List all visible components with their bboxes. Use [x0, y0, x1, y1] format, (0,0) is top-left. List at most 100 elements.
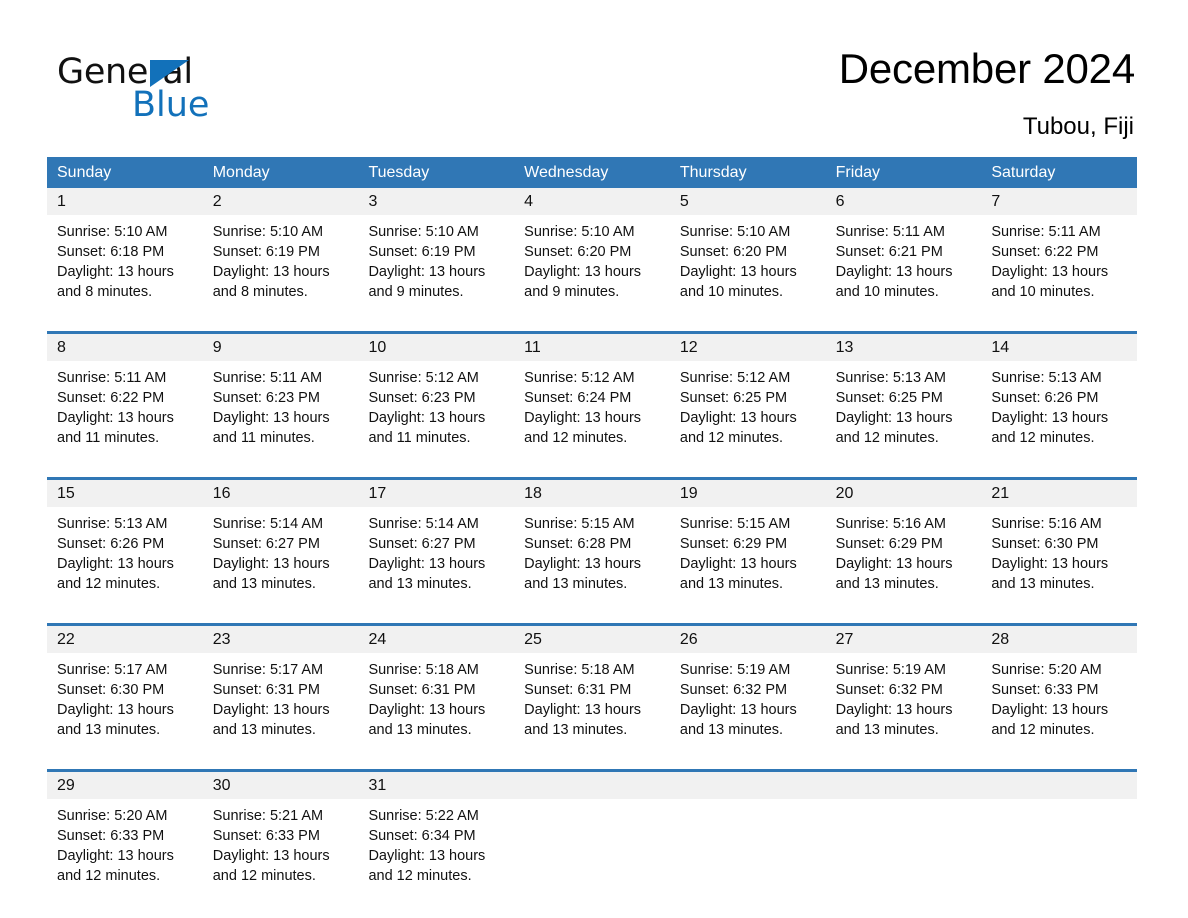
daylight-duration-line1: Daylight: 13 hours — [57, 556, 174, 572]
day-number: 3 — [358, 188, 515, 215]
calendar-day-cell[interactable]: 31 Sunrise: 5:22 AM Sunset: 6:34 PM Dayligh… — [358, 772, 515, 903]
daylight-duration-line1: Daylight: 13 hours — [835, 556, 953, 572]
daylight-duration-line1: Daylight: 13 hours — [991, 702, 1109, 718]
calendar-day-cell[interactable]: 26 Sunrise: 5:19 AM Sunset: 6:32 PM Dayligh… — [669, 626, 826, 757]
sunset-time: Sunset: 6:26 PM — [57, 536, 165, 552]
day-sun-info: Sunrise: 5:17 AM Sunset: 6:30 PM Daylight:… — [47, 653, 203, 757]
calendar-day-cell[interactable]: 1 Sunrise: 5:10 AM Sunset: 6:18 PM Daylight… — [47, 188, 203, 319]
daylight-duration-line1: Daylight: 13 hours — [57, 702, 174, 718]
sunrise-time: Sunrise: 5:19 AM — [835, 662, 947, 678]
calendar-day-cell[interactable]: 16 Sunrise: 5:14 AM Sunset: 6:27 PM Dayligh… — [202, 480, 359, 611]
sunrise-time: Sunrise: 5:10 AM — [212, 224, 324, 240]
daylight-duration-line2: and 13 minutes. — [368, 576, 472, 592]
daylight-duration-line1: Daylight: 13 hours — [991, 410, 1109, 426]
calendar-day-cell[interactable]: 29 Sunrise: 5:20 AM Sunset: 6:33 PM Dayligh… — [47, 772, 203, 903]
daylight-duration-line2: and 10 minutes. — [679, 284, 784, 300]
day-sun-info: Sunrise: 5:15 AM Sunset: 6:29 PM Daylight:… — [670, 507, 826, 611]
calendar-day-cell[interactable]: 17 Sunrise: 5:14 AM Sunset: 6:27 PM Dayligh… — [358, 480, 515, 611]
calendar-week-row: 22 Sunrise: 5:17 AM Sunset: 6:30 PM Dayligh… — [47, 623, 1138, 757]
calendar-day-cell[interactable]: 28 Sunrise: 5:20 AM Sunset: 6:33 PM Dayligh… — [981, 626, 1138, 757]
calendar-day-cell[interactable]: 15 Sunrise: 5:13 AM Sunset: 6:26 PM Dayligh… — [47, 480, 203, 611]
calendar-day-cell[interactable]: 19 Sunrise: 5:15 AM Sunset: 6:29 PM Dayligh… — [669, 480, 826, 611]
daylight-duration-line2: and 13 minutes. — [212, 722, 316, 738]
calendar-day-cell[interactable]: 18 Sunrise: 5:15 AM Sunset: 6:28 PM Dayligh… — [514, 480, 670, 611]
calendar-day-cell[interactable]: 7 Sunrise: 5:11 AM Sunset: 6:22 PM Daylight… — [981, 188, 1138, 319]
day-sun-info: Sunrise: 5:21 AM Sunset: 6:33 PM Daylight:… — [203, 799, 359, 903]
sunrise-time: Sunrise: 5:17 AM — [57, 662, 168, 678]
sunrise-time: Sunrise: 5:15 AM — [524, 516, 635, 532]
daylight-duration-line1: Daylight: 13 hours — [679, 264, 797, 280]
calendar-week-cells: 22 Sunrise: 5:17 AM Sunset: 6:30 PM Dayligh… — [47, 626, 1138, 757]
day-sun-info: Sunrise: 5:11 AM Sunset: 6:22 PM Daylight:… — [47, 361, 203, 465]
daylight-duration-line1: Daylight: 13 hours — [368, 264, 486, 280]
daylight-duration-line1: Daylight: 13 hours — [212, 410, 330, 426]
sunset-time: Sunset: 6:27 PM — [212, 536, 320, 552]
calendar-day-cell[interactable]: 14 Sunrise: 5:13 AM Sunset: 6:26 PM Dayligh… — [981, 334, 1138, 465]
calendar-day-cell[interactable]: 12 Sunrise: 5:12 AM Sunset: 6:25 PM Dayligh… — [669, 334, 826, 465]
calendar-day-cell[interactable]: 21 Sunrise: 5:16 AM Sunset: 6:30 PM Dayligh… — [981, 480, 1138, 611]
day-sun-info: Sunrise: 5:13 AM Sunset: 6:26 PM Daylight:… — [981, 361, 1137, 465]
calendar-day-cell[interactable]: 5 Sunrise: 5:10 AM Sunset: 6:20 PM Daylight… — [669, 188, 826, 319]
day-number — [981, 772, 1138, 799]
daylight-duration-line2: and 11 minutes. — [57, 430, 160, 446]
day-number: 1 — [47, 188, 203, 215]
calendar-week-cells: 8 Sunrise: 5:11 AM Sunset: 6:22 PM Daylight… — [47, 334, 1138, 465]
daylight-duration-line2: and 13 minutes. — [524, 576, 628, 592]
daylight-duration-line1: Daylight: 13 hours — [835, 410, 953, 426]
calendar-day-cell[interactable]: 23 Sunrise: 5:17 AM Sunset: 6:31 PM Dayligh… — [202, 626, 359, 757]
sunrise-time: Sunrise: 5:11 AM — [991, 224, 1101, 240]
day-sun-info: Sunrise: 5:12 AM Sunset: 6:23 PM Daylight:… — [358, 361, 514, 465]
sunrise-time: Sunrise: 5:14 AM — [212, 516, 324, 532]
sunset-time: Sunset: 6:30 PM — [991, 536, 1099, 552]
sunset-time: Sunset: 6:22 PM — [991, 244, 1099, 260]
day-number: 30 — [202, 772, 359, 799]
calendar-day-cell[interactable]: 10 Sunrise: 5:12 AM Sunset: 6:23 PM Dayligh… — [358, 334, 515, 465]
calendar-day-cell[interactable]: 24 Sunrise: 5:18 AM Sunset: 6:31 PM Dayligh… — [358, 626, 515, 757]
sunset-time: Sunset: 6:24 PM — [524, 390, 632, 406]
sunrise-time: Sunrise: 5:20 AM — [991, 662, 1102, 678]
daylight-duration-line2: and 11 minutes. — [368, 430, 471, 446]
daylight-duration-line2: and 12 minutes. — [835, 430, 939, 446]
day-number: 20 — [825, 480, 982, 507]
sunrise-time: Sunrise: 5:18 AM — [368, 662, 479, 678]
weekday-header-sunday: Sunday — [57, 164, 112, 181]
generalblue-logo[interactable]: General Blue — [57, 52, 317, 127]
calendar-day-cell[interactable]: 8 Sunrise: 5:11 AM Sunset: 6:22 PM Daylight… — [47, 334, 203, 465]
day-sun-info: Sunrise: 5:18 AM Sunset: 6:31 PM Daylight:… — [514, 653, 670, 757]
calendar-day-cell[interactable]: 9 Sunrise: 5:11 AM Sunset: 6:23 PM Daylight… — [202, 334, 359, 465]
daylight-duration-line1: Daylight: 13 hours — [368, 556, 486, 572]
calendar-week-cells: 29 Sunrise: 5:20 AM Sunset: 6:33 PM Dayligh… — [47, 772, 1138, 903]
calendar-day-cell[interactable]: 11 Sunrise: 5:12 AM Sunset: 6:24 PM Dayligh… — [514, 334, 670, 465]
daylight-duration-line1: Daylight: 13 hours — [679, 410, 797, 426]
calendar-weeks: 1 Sunrise: 5:10 AM Sunset: 6:18 PM Daylight… — [47, 188, 1138, 903]
day-number: 15 — [47, 480, 203, 507]
calendar-day-cell[interactable]: 2 Sunrise: 5:10 AM Sunset: 6:19 PM Daylight… — [202, 188, 359, 319]
calendar-day-cell-empty — [981, 772, 1138, 903]
day-number: 18 — [514, 480, 670, 507]
daylight-duration-line2: and 11 minutes. — [212, 430, 315, 446]
daylight-duration-line2: and 13 minutes. — [679, 722, 784, 738]
sunset-time: Sunset: 6:29 PM — [835, 536, 943, 552]
day-number: 6 — [825, 188, 982, 215]
calendar-day-cell[interactable]: 27 Sunrise: 5:19 AM Sunset: 6:32 PM Dayligh… — [825, 626, 982, 757]
day-sun-info: Sunrise: 5:11 AM Sunset: 6:22 PM Daylight:… — [981, 215, 1137, 319]
calendar-day-cell[interactable]: 25 Sunrise: 5:18 AM Sunset: 6:31 PM Dayligh… — [514, 626, 670, 757]
sunset-time: Sunset: 6:20 PM — [679, 244, 788, 260]
calendar-day-cell[interactable]: 3 Sunrise: 5:10 AM Sunset: 6:19 PM Daylight… — [358, 188, 515, 319]
calendar-week-cells: 1 Sunrise: 5:10 AM Sunset: 6:18 PM Daylight… — [47, 188, 1138, 319]
location-subtitle: Tubou, Fiji — [1022, 113, 1134, 140]
calendar-day-cell[interactable]: 22 Sunrise: 5:17 AM Sunset: 6:30 PM Dayligh… — [47, 626, 203, 757]
daylight-duration-line1: Daylight: 13 hours — [524, 556, 642, 572]
calendar-day-cell[interactable]: 13 Sunrise: 5:13 AM Sunset: 6:25 PM Dayligh… — [825, 334, 982, 465]
calendar-day-cell[interactable]: 6 Sunrise: 5:11 AM Sunset: 6:21 PM Daylight… — [825, 188, 982, 319]
sunrise-time: Sunrise: 5:14 AM — [368, 516, 479, 532]
calendar-day-cell[interactable]: 20 Sunrise: 5:16 AM Sunset: 6:29 PM Dayligh… — [825, 480, 982, 611]
calendar-day-cell[interactable]: 30 Sunrise: 5:21 AM Sunset: 6:33 PM Dayligh… — [202, 772, 359, 903]
sunset-time: Sunset: 6:23 PM — [212, 390, 320, 406]
calendar-day-cell[interactable]: 4 Sunrise: 5:10 AM Sunset: 6:20 PM Daylight… — [514, 188, 670, 319]
day-number: 4 — [514, 188, 670, 215]
day-number: 24 — [358, 626, 515, 653]
sunset-time: Sunset: 6:30 PM — [57, 682, 165, 698]
daylight-duration-line2: and 12 minutes. — [524, 430, 628, 446]
sunset-time: Sunset: 6:21 PM — [835, 244, 943, 260]
